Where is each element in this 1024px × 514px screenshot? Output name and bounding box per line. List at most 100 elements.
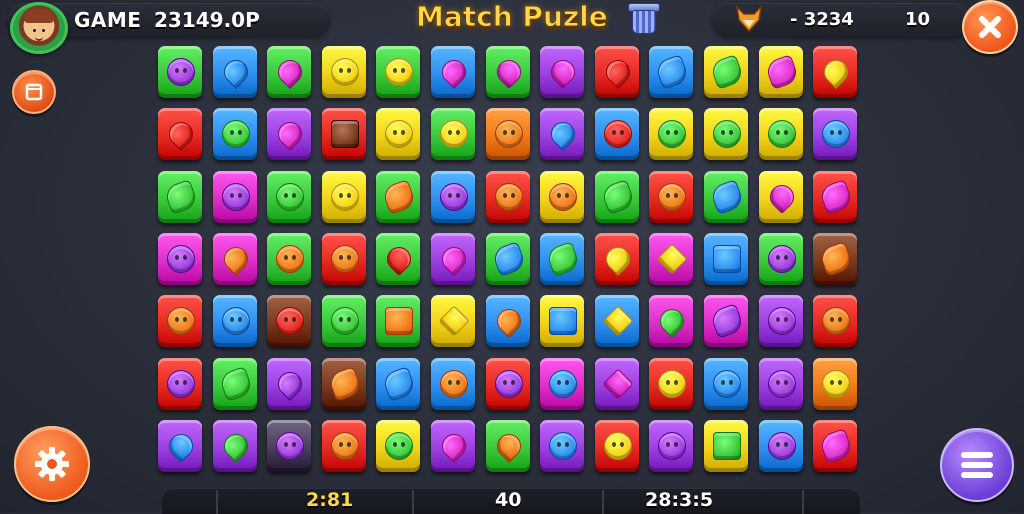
tile-r4-c3[interactable] [267, 232, 312, 285]
tile-r1-c5[interactable] [376, 46, 421, 98]
tile-r1-c12[interactable] [758, 46, 803, 98]
tile-r4-c8[interactable] [540, 232, 585, 285]
tile-r1-c8[interactable] [540, 46, 585, 98]
tile-r4-c5[interactable] [376, 232, 421, 285]
menu-button[interactable] [940, 428, 1014, 502]
settings-button[interactable] [14, 426, 90, 502]
tile-r7-c4[interactable] [321, 419, 366, 472]
tile-r7-c7[interactable] [485, 419, 530, 472]
tile-r7-c12[interactable] [758, 419, 803, 472]
tile-r6-c5[interactable] [376, 357, 421, 410]
tile-r5-c5[interactable] [376, 295, 421, 348]
tile-r5-c9[interactable] [594, 295, 639, 348]
tile-r2-c7[interactable] [485, 108, 530, 161]
tile-r2-c8[interactable] [540, 108, 585, 161]
tile-r6-c8[interactable] [540, 357, 585, 410]
tile-r4-c12[interactable] [758, 232, 803, 285]
tile-r6-c10[interactable] [649, 357, 694, 410]
tile-r3-c3[interactable] [267, 170, 312, 223]
tile-r4-c6[interactable] [431, 232, 475, 285]
tile-r2-c9[interactable] [594, 108, 639, 161]
tile-r2-c1[interactable] [158, 108, 202, 161]
tile-r2-c5[interactable] [376, 108, 421, 161]
tile-r5-c8[interactable] [540, 295, 585, 348]
face-icon [385, 431, 414, 460]
tile-r7-c5[interactable] [376, 419, 421, 472]
tile-r2-c4[interactable] [321, 108, 366, 161]
tile-r4-c4[interactable] [321, 232, 366, 285]
tile-r6-c1[interactable] [158, 357, 202, 410]
tile-r2-c13[interactable] [813, 108, 858, 161]
tile-r1-c3[interactable] [267, 46, 312, 98]
tile-r5-c13[interactable] [813, 295, 858, 348]
tile-r6-c11[interactable] [704, 357, 748, 410]
tile-r1-c1[interactable] [158, 46, 202, 98]
tile-r2-c12[interactable] [758, 108, 803, 161]
tile-r6-c3[interactable] [267, 357, 312, 410]
tile-r1-c11[interactable] [704, 46, 748, 98]
tile-r5-c12[interactable] [758, 295, 803, 348]
tile-r3-c2[interactable] [212, 170, 257, 223]
tile-r2-c10[interactable] [649, 108, 694, 161]
tile-r6-c12[interactable] [758, 357, 803, 410]
tile-r5-c3[interactable] [267, 295, 312, 348]
tile-r7-c10[interactable] [649, 419, 694, 472]
tile-r7-c3[interactable] [267, 419, 312, 472]
tile-r3-c9[interactable] [594, 170, 639, 223]
tile-r7-c2[interactable] [212, 419, 257, 472]
tile-r6-c2[interactable] [212, 357, 257, 410]
tile-r7-c1[interactable] [158, 419, 202, 472]
tile-r6-c6[interactable] [431, 357, 475, 410]
tile-r3-c12[interactable] [758, 170, 803, 223]
tile-r4-c2[interactable] [212, 232, 257, 285]
tile-r7-c11[interactable] [704, 419, 748, 472]
tile-r4-c1[interactable] [158, 232, 202, 285]
face-icon [549, 182, 578, 211]
tile-r4-c13[interactable] [813, 232, 858, 285]
tile-r4-c7[interactable] [485, 232, 530, 285]
tile-r4-c10[interactable] [649, 232, 694, 285]
tile-r6-c4[interactable] [321, 357, 366, 410]
tile-r5-c4[interactable] [321, 295, 366, 348]
tile-r3-c5[interactable] [376, 170, 421, 223]
tile-r3-c13[interactable] [813, 170, 858, 223]
tile-r2-c11[interactable] [704, 108, 748, 161]
tile-r2-c2[interactable] [212, 108, 257, 161]
face-icon [549, 369, 578, 398]
tile-r5-c2[interactable] [212, 295, 257, 348]
tile-r2-c6[interactable] [431, 108, 475, 161]
tile-r6-c7[interactable] [485, 357, 530, 410]
tile-r7-c8[interactable] [540, 419, 585, 472]
tile-r4-c11[interactable] [704, 232, 748, 285]
tile-r4-c9[interactable] [594, 232, 639, 285]
tile-r1-c10[interactable] [649, 46, 694, 98]
tile-r5-c11[interactable] [704, 295, 748, 348]
tile-r2-c3[interactable] [267, 108, 312, 161]
tile-r3-c8[interactable] [540, 170, 585, 223]
tile-r5-c6[interactable] [431, 295, 475, 348]
leaf-icon [654, 54, 691, 90]
tile-r1-c13[interactable] [813, 46, 858, 98]
tile-r6-c13[interactable] [813, 357, 858, 410]
tile-r1-c7[interactable] [485, 46, 530, 98]
tile-r1-c6[interactable] [431, 46, 475, 98]
tile-r7-c9[interactable] [594, 419, 639, 472]
tile-r5-c1[interactable] [158, 295, 202, 348]
tile-r6-c9[interactable] [594, 357, 639, 410]
square-icon [713, 431, 741, 460]
tile-r3-c4[interactable] [321, 170, 366, 223]
tile-r1-c9[interactable] [594, 46, 639, 98]
tile-r3-c10[interactable] [649, 170, 694, 223]
tile-r1-c4[interactable] [321, 46, 366, 98]
tile-r5-c7[interactable] [485, 295, 530, 348]
leaf-icon [709, 303, 745, 340]
tile-r5-c10[interactable] [649, 295, 694, 348]
face-icon [330, 58, 359, 86]
tile-r3-c6[interactable] [431, 170, 475, 223]
tile-r3-c1[interactable] [158, 170, 202, 223]
tile-r7-c6[interactable] [431, 419, 475, 472]
tile-r3-c11[interactable] [704, 170, 748, 223]
tile-r1-c2[interactable] [212, 46, 257, 98]
tile-r3-c7[interactable] [485, 170, 530, 223]
tile-r7-c13[interactable] [813, 419, 858, 472]
